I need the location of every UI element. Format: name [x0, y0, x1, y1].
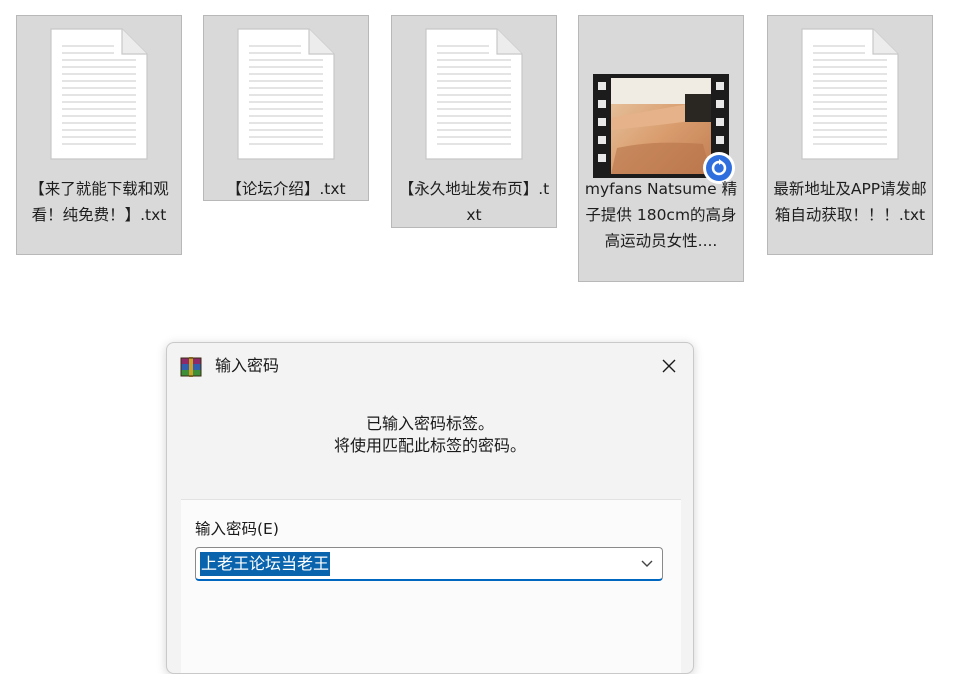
dialog-titlebar[interactable]: 输入密码	[167, 343, 693, 389]
file-name: 【来了就能下载和观看！纯免费！】.txt	[29, 180, 169, 224]
dialog-info: 已输入密码标签。 将使用匹配此标签的密码。	[167, 413, 693, 457]
file-icon-area	[392, 26, 556, 170]
password-input[interactable]	[200, 552, 620, 576]
password-dialog: 输入密码 已输入密码标签。 将使用匹配此标签的密码。 输入密码(E) 上老王论坛…	[166, 342, 694, 674]
text-file-icon	[801, 28, 899, 160]
file-name: 【永久地址发布页】.txt	[398, 180, 550, 224]
close-icon	[662, 359, 676, 373]
file-tile-5[interactable]: 最新地址及APP请发邮箱自动获取！！！.txt	[767, 15, 933, 255]
password-label: 输入密码(E)	[195, 520, 279, 538]
file-tile-3[interactable]: 【永久地址发布页】.txt	[391, 15, 557, 228]
file-tile-1[interactable]: 【来了就能下载和观看！纯免费！】.txt	[16, 15, 182, 255]
file-tile-4[interactable]: myfans Natsume 精子提供 180cm的高身高运动员女性....	[578, 15, 744, 282]
file-name: 【论坛介绍】.txt	[226, 180, 346, 198]
dropdown-button[interactable]	[636, 553, 658, 575]
file-tile-2[interactable]: 【论坛介绍】.txt	[203, 15, 369, 201]
dialog-title: 输入密码	[215, 356, 280, 375]
file-icon-area	[204, 26, 368, 170]
text-file-icon	[425, 28, 523, 160]
winrar-icon	[180, 357, 202, 377]
chevron-down-icon	[641, 560, 653, 567]
password-combobox[interactable]: 上老王论坛当老王	[195, 547, 663, 581]
file-grid: 【来了就能下载和观看！纯免费！】.txt 【论坛介绍】.txt 【永久地址发布页…	[0, 0, 960, 300]
text-file-icon	[237, 28, 335, 160]
info-line-1: 已输入密码标签。	[365, 414, 494, 433]
password-panel: 输入密码(E) 上老王论坛当老王	[181, 499, 681, 673]
file-name: myfans Natsume 精子提供 180cm的高身高运动员女性....	[584, 180, 738, 250]
text-file-icon	[50, 28, 148, 160]
close-button[interactable]	[645, 343, 693, 389]
file-icon-area	[17, 26, 181, 170]
file-icon-area	[579, 26, 743, 184]
info-line-2: 将使用匹配此标签的密码。	[333, 436, 526, 455]
file-icon-area	[768, 26, 932, 170]
file-name: 最新地址及APP请发邮箱自动获取！！！.txt	[773, 180, 927, 224]
